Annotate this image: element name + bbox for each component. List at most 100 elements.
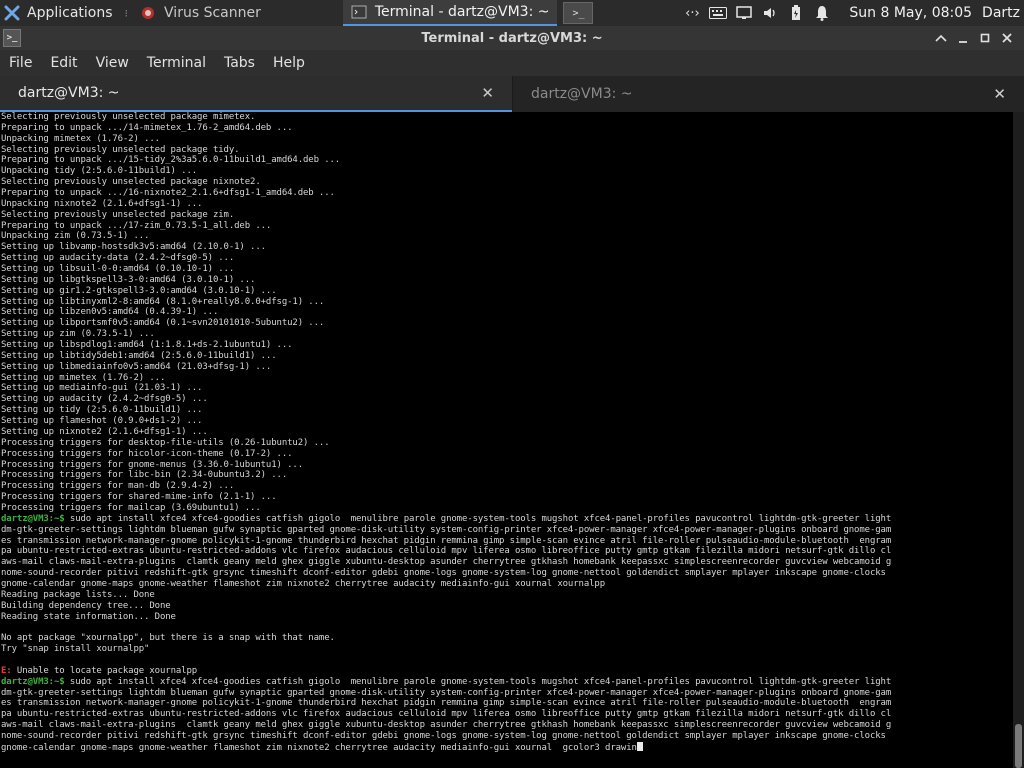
menu-bar: File Edit View Terminal Tabs Help <box>0 50 1024 76</box>
terminal-line: Processing triggers for gnome-menus (3.3… <box>1 459 304 470</box>
task-terminal[interactable]: Terminal - dartz@VM3: ~ <box>342 0 558 26</box>
menu-terminal[interactable]: Terminal <box>138 50 215 76</box>
maximize-button[interactable] <box>974 28 996 48</box>
network-icon[interactable]: ‹·› <box>682 3 702 23</box>
terminal-line: Setting up mediainfo-gui (21.03-1) ... <box>1 383 203 394</box>
terminal-line: Setting up gir1.2-gtkspell3-3.0:amd64 (3… <box>1 285 277 296</box>
terminal-command-continuation: pa ubuntu-restricted-extras ubuntu-restr… <box>1 709 892 720</box>
terminal-line: Setting up libzen0v5:amd64 (0.4.39-1) ..… <box>1 307 219 318</box>
terminal-line: Selecting previously unselected package … <box>1 144 240 155</box>
error-text: Unable to locate package xournalpp <box>11 665 198 676</box>
terminal-line: Reading package lists... Done <box>1 589 155 600</box>
tab-label: dartz@VM3: ~ <box>531 86 633 102</box>
terminal-line: Selecting previously unselected package … <box>1 112 256 122</box>
terminal-output[interactable]: Selecting previously unselected package … <box>0 112 1013 768</box>
tab-1[interactable]: dartz@VM3: ~ ✕ <box>0 76 512 112</box>
battery-icon[interactable] <box>786 3 806 23</box>
menu-view[interactable]: View <box>87 50 138 76</box>
panel-separator-handle: ⁝ <box>124 6 129 20</box>
terminal-line: No apt package "xournalpp", but there is… <box>1 633 335 644</box>
terminal-line: Setting up libgtkspell3-3-0:amd64 (3.0.1… <box>1 274 256 285</box>
terminal-line: Setting up audacity-data (2.4.2~dfsg0-5)… <box>1 253 235 264</box>
window-menu-icon[interactable]: >_ <box>3 29 21 47</box>
terminal-scrollbar[interactable] <box>1013 112 1024 768</box>
terminal-line: Processing triggers for shared-mime-info… <box>1 492 277 503</box>
terminal-line: Building dependency tree... Done <box>1 600 171 611</box>
terminal-line: Reading state information... Done <box>1 611 176 622</box>
menu-edit[interactable]: Edit <box>41 50 86 76</box>
window-titlebar[interactable]: >_ Terminal - dartz@VM3: ~ <box>0 26 1024 50</box>
terminal-line: Selecting previously unselected package … <box>1 177 261 188</box>
menu-tabs[interactable]: Tabs <box>215 50 264 76</box>
terminal-line: Setting up libsuil-0-0:amd64 (0.10.10-1)… <box>1 264 235 275</box>
terminal-line: Processing triggers for hicolor-icon-the… <box>1 448 293 459</box>
terminal-line: Unpacking zim (0.73.5-1) ... <box>1 231 150 242</box>
terminal-command-continuation: es transmission network-manager-gnome po… <box>1 535 892 546</box>
terminal-line: Setting up libspdlog1:amd64 (1:1.8.1+ds-… <box>1 340 293 351</box>
terminal-line: Setting up audacity (2.4.2~dfsg0-5) ... <box>1 394 208 405</box>
terminal-line: Setting up libportsmf0v5:amd64 (0.1~svn2… <box>1 318 325 329</box>
shell-prompt: dartz@VM3:~$ <box>1 676 65 687</box>
terminal-line: Unpacking mimetex (1.76-2) ... <box>1 133 160 144</box>
shade-button[interactable] <box>930 28 952 48</box>
terminal-command-continuation: gnome-calendar gnome-maps gnome-weather … <box>0 741 1013 753</box>
terminal-line: Unpacking nixnote2 (2.1.6+dfsg1-1) ... <box>1 198 203 209</box>
display-icon[interactable] <box>734 3 754 23</box>
task-label: Terminal - dartz@VM3: ~ <box>374 4 550 20</box>
terminal-line: Processing triggers for desktop-file-uti… <box>1 437 330 448</box>
xfce-logo-icon <box>4 5 20 21</box>
clock[interactable]: Sun 8 May, 08:05 <box>849 5 972 21</box>
command-text: sudo apt install xfce4 xfce4-goodies cat… <box>64 676 892 687</box>
shell-prompt: dartz@VM3:~$ <box>1 513 65 524</box>
terminal-line: Setting up zim (0.73.5-1) ... <box>1 329 155 340</box>
terminal-command-continuation: aws-mail claws-mail-extra-plugins clamtk… <box>1 557 892 568</box>
system-tray: ‹·› Sun 8 May, 08:05 Dartz <box>679 0 1024 26</box>
keyboard-icon[interactable] <box>708 3 728 23</box>
minimize-button[interactable] <box>952 28 974 48</box>
terminal-line: Preparing to unpack .../16-nixnote2_2.1.… <box>1 188 335 199</box>
terminal-icon <box>351 4 367 20</box>
notification-bell-icon[interactable] <box>812 3 832 23</box>
user-menu[interactable]: Dartz <box>982 5 1020 21</box>
tab-2[interactable]: dartz@VM3: ~ ✕ <box>512 76 1024 112</box>
terminal-line: Processing triggers for man-db (2.9.4-2)… <box>1 481 235 492</box>
terminal-line: Unpacking tidy (2:5.6.0-11build1) ... <box>1 166 198 177</box>
terminal-command-continuation: dm-gtk-greeter-settings lightdm blueman … <box>1 687 892 698</box>
terminal-launcher-icon[interactable]: >_ <box>563 2 594 24</box>
terminal-line: Setting up libtinyxml2-8:amd64 (8.1.0+re… <box>1 296 325 307</box>
terminal-command-continuation: gnome-calendar gnome-maps gnome-weather … <box>1 578 606 589</box>
tab-bar: dartz@VM3: ~ ✕ dartz@VM3: ~ ✕ <box>0 76 1024 112</box>
command-text: sudo apt install xfce4 xfce4-goodies cat… <box>64 513 892 524</box>
terminal-command-continuation: dm-gtk-greeter-settings lightdm blueman … <box>1 524 892 535</box>
terminal-command-continuation: aws-mail claws-mail-extra-plugins clamtk… <box>1 720 892 731</box>
terminal-command-line: dartz@VM3:~$ sudo apt install xfce4 xfce… <box>0 514 1013 525</box>
terminal-line: Setting up libvamp-hostsdk3v5:amd64 (2.1… <box>1 242 266 253</box>
close-tab-icon[interactable]: ✕ <box>481 84 494 102</box>
top-panel: Applications ⁝ Virus Scanner Terminal - … <box>0 0 1024 26</box>
terminal-line: Processing triggers for mailcap (3.69ubu… <box>1 502 261 513</box>
terminal-line: Setting up mimetex (1.76-2) ... <box>1 372 166 383</box>
terminal-line: Setting up libtidy5deb1:amd64 (2:5.6.0-1… <box>1 350 277 361</box>
task-label: Virus Scanner <box>164 5 261 21</box>
close-tab-icon[interactable]: ✕ <box>993 85 1006 103</box>
window-controls <box>930 26 1018 50</box>
applications-menu-button[interactable]: Applications <box>0 0 119 26</box>
terminal-line: Setting up nixnote2 (2.1.6+dfsg1-1) ... <box>1 426 208 437</box>
terminal-line: Selecting previously unselected package … <box>1 209 235 220</box>
task-virus-scanner[interactable]: Virus Scanner <box>132 0 269 26</box>
terminal-line: Try "snap install xournalpp" <box>1 644 150 655</box>
virus-scanner-icon <box>140 5 156 21</box>
terminal-line: Preparing to unpack .../17-zim_0.73.5-1_… <box>1 220 272 231</box>
terminal-command-continuation: es transmission network-manager-gnome po… <box>1 698 892 709</box>
menu-file[interactable]: File <box>0 50 41 76</box>
terminal-command-continuation: nome-sound-recorder pitivi redshift-gtk … <box>1 568 886 579</box>
scrollbar-thumb[interactable] <box>1015 724 1022 768</box>
close-button[interactable] <box>996 28 1018 48</box>
terminal-command-continuation: pa ubuntu-restricted-extras ubuntu-restr… <box>1 546 892 557</box>
terminal-error-line: E: Unable to locate package xournalpp <box>0 666 1013 677</box>
volume-icon[interactable] <box>760 3 780 23</box>
terminal-line: Setting up libmediainfo0v5:amd64 (21.03+… <box>1 361 272 372</box>
menu-help[interactable]: Help <box>264 50 314 76</box>
